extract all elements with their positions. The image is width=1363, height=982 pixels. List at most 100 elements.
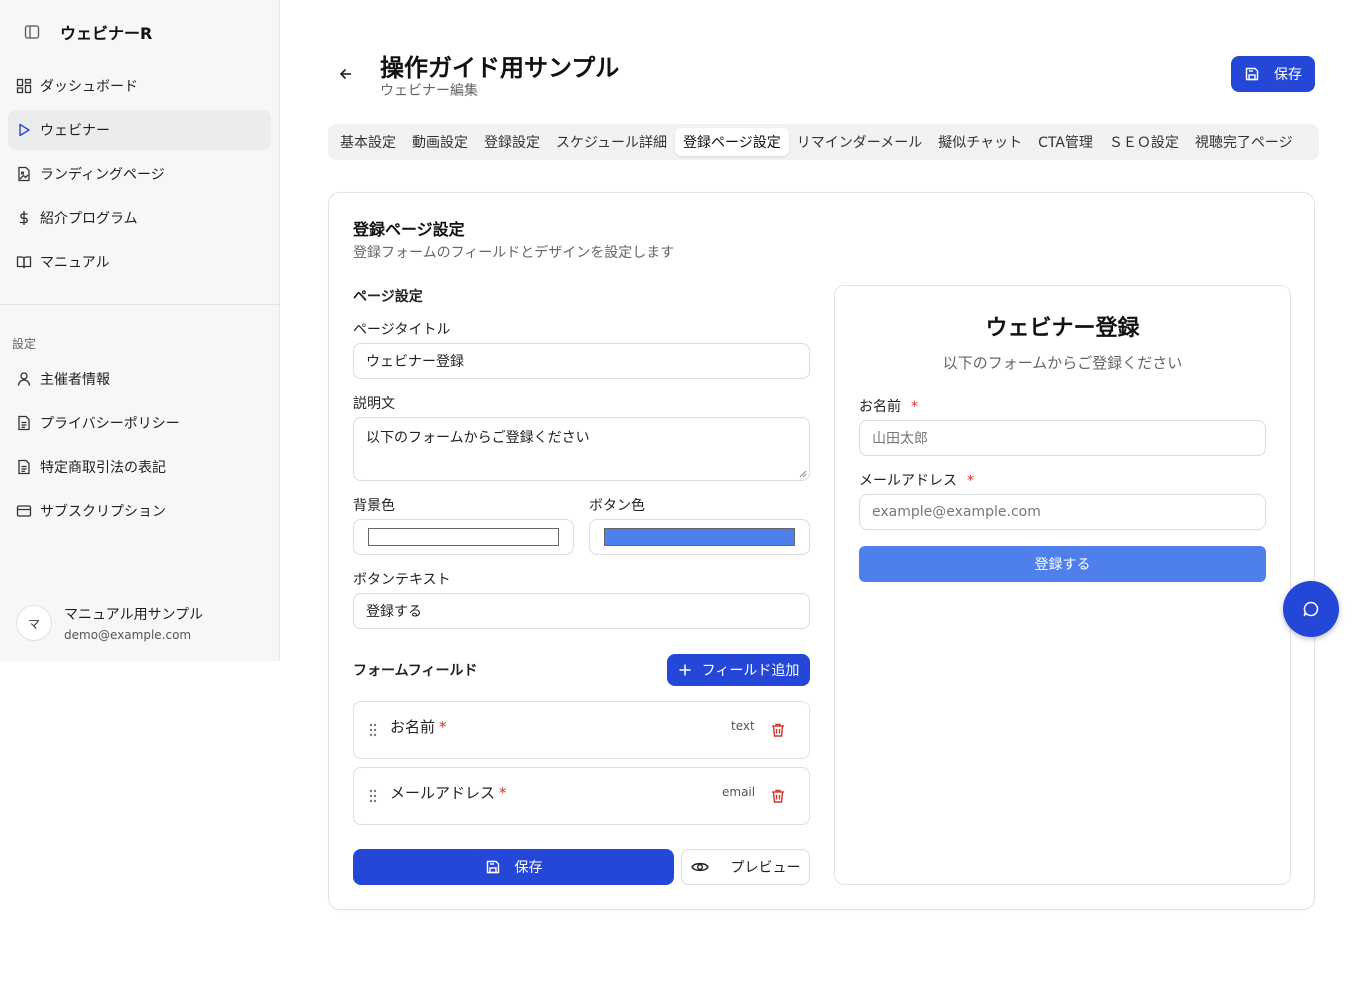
registration-form-preview: ウェビナー登録 以下のフォームからご登録ください お名前 * 山田太郎 メールアド… xyxy=(834,285,1291,885)
sidebar-item-organizer[interactable]: 主催者情報 xyxy=(8,359,271,399)
card-title: 登録ページ設定 xyxy=(353,220,465,239)
chat-bubble-icon xyxy=(1302,600,1320,618)
page-title-label: ページタイトル xyxy=(353,322,451,338)
settings-section-label: 設定 xyxy=(12,337,37,351)
bg-color-swatch xyxy=(368,528,559,546)
main-nav: ダッシュボード ウェビナー ランディングページ 紹介プログラム マニュアル xyxy=(8,66,271,286)
description-textarea[interactable]: 以下のフォームからご登録ください xyxy=(353,417,810,481)
page-title: 操作ガイド用サンプル xyxy=(380,54,620,82)
drag-handle-icon[interactable] xyxy=(368,788,378,804)
required-mark: * xyxy=(499,784,507,802)
tab-cta[interactable]: CTA管理 xyxy=(1030,128,1101,156)
button-color-label: ボタン色 xyxy=(589,498,645,514)
preview-title: ウェビナー登録 xyxy=(985,316,1140,341)
settings-nav: 主催者情報 プライバシーポリシー 特定商取引法の表記 サブスクリプション xyxy=(8,359,271,535)
save-button[interactable]: 保存 xyxy=(353,849,674,885)
sidebar-item-label: サブスクリプション xyxy=(40,504,166,520)
form-field-row[interactable]: メールアドレス * email xyxy=(353,767,810,825)
chat-button[interactable] xyxy=(1283,581,1339,637)
preview-submit-button[interactable]: 登録する xyxy=(859,546,1266,582)
preview-name-input[interactable]: 山田太郎 xyxy=(859,420,1266,456)
tab-video[interactable]: 動画設定 xyxy=(404,128,476,156)
page-subtitle: ウェビナー編集 xyxy=(380,83,478,99)
sidebar-item-label: 特定商取引法の表記 xyxy=(40,460,166,476)
required-mark: * xyxy=(911,399,918,415)
tab-seo[interactable]: ＳＥＯ設定 xyxy=(1101,128,1187,156)
file-image-icon xyxy=(16,166,32,182)
preview-name-label-text: お名前 xyxy=(859,399,901,415)
page-settings-heading: ページ設定 xyxy=(353,289,423,305)
header-save-button[interactable]: 保存 xyxy=(1231,56,1315,92)
button-color-picker[interactable] xyxy=(589,519,810,555)
sidebar-divider xyxy=(0,304,279,305)
description-text: 以下のフォームからご登録ください xyxy=(366,430,590,446)
dashboard-icon xyxy=(16,78,32,94)
field-name: お名前 * xyxy=(390,716,447,737)
bg-color-label: 背景色 xyxy=(353,498,395,514)
avatar: マ xyxy=(16,605,52,641)
description-label: 説明文 xyxy=(353,396,395,412)
credit-card-icon xyxy=(16,503,32,519)
tab-schedule[interactable]: スケジュール詳細 xyxy=(548,128,675,156)
field-type: email xyxy=(722,785,756,799)
document-icon xyxy=(16,415,32,431)
preview-email-input[interactable]: example@example.com xyxy=(859,494,1266,530)
registration-page-settings-card: 登録ページ設定 登録フォームのフィールドとデザインを設定します ページ設定 ペー… xyxy=(328,192,1315,910)
user-email: demo@example.com xyxy=(64,628,192,642)
preview-name-label: お名前 * xyxy=(859,396,918,416)
tab-registration-page[interactable]: 登録ページ設定 xyxy=(675,128,789,156)
sidebar-toggle-icon[interactable] xyxy=(24,24,40,40)
drag-handle-icon[interactable] xyxy=(368,722,378,738)
button-text-label: ボタンテキスト xyxy=(353,572,451,588)
save-icon xyxy=(1244,66,1260,82)
field-type: text xyxy=(731,719,755,733)
preview-description: 以下のフォームからご登録ください xyxy=(942,354,1183,372)
tab-basic[interactable]: 基本設定 xyxy=(332,128,404,156)
trash-icon[interactable] xyxy=(770,788,786,804)
field-name-text: お名前 xyxy=(390,718,436,736)
dollar-icon xyxy=(16,210,32,226)
tab-reminder-mail[interactable]: リマインダーメール xyxy=(789,128,930,156)
add-field-label: フィールド追加 xyxy=(701,663,800,679)
sidebar-item-manual[interactable]: マニュアル xyxy=(8,242,271,282)
tab-completion-page[interactable]: 視聴完了ページ xyxy=(1187,128,1301,156)
save-label: 保存 xyxy=(514,860,543,876)
preview-label: プレビュー xyxy=(730,859,801,875)
trash-icon[interactable] xyxy=(770,722,786,738)
back-arrow-icon[interactable] xyxy=(336,64,356,84)
sidebar-item-dashboard[interactable]: ダッシュボード xyxy=(8,66,271,106)
sidebar-item-landing-page[interactable]: ランディングページ xyxy=(8,154,271,194)
plus-icon xyxy=(678,663,692,677)
button-text-input[interactable]: 登録する xyxy=(353,593,810,629)
add-field-button[interactable]: フィールド追加 xyxy=(667,654,810,686)
user-name: マニュアル用サンプル xyxy=(64,607,204,623)
tab-registration[interactable]: 登録設定 xyxy=(476,128,548,156)
document-icon xyxy=(16,459,32,475)
sidebar-item-label: プライバシーポリシー xyxy=(40,416,180,432)
save-icon xyxy=(485,859,501,875)
sidebar-item-subscription[interactable]: サブスクリプション xyxy=(8,491,271,531)
sidebar-item-tokushoho[interactable]: 特定商取引法の表記 xyxy=(8,447,271,487)
eye-icon xyxy=(690,860,709,874)
brand-name: ウェビナーR xyxy=(60,24,153,43)
brand: ウェビナーR xyxy=(24,20,152,44)
sidebar-item-webinar[interactable]: ウェビナー xyxy=(8,110,271,150)
bg-color-picker[interactable] xyxy=(353,519,574,555)
sidebar-item-label: ウェビナー xyxy=(40,123,110,139)
sidebar-item-label: ダッシュボード xyxy=(40,79,138,95)
sidebar-item-referral[interactable]: 紹介プログラム xyxy=(8,198,271,238)
sidebar-item-privacy[interactable]: プライバシーポリシー xyxy=(8,403,271,443)
form-field-row[interactable]: お名前 * text xyxy=(353,701,810,759)
tab-pseudo-chat[interactable]: 擬似チャット xyxy=(930,128,1030,156)
tab-bar: 基本設定 動画設定 登録設定 スケジュール詳細 登録ページ設定 リマインダーメー… xyxy=(328,124,1319,160)
user-icon xyxy=(16,371,32,387)
save-label: 保存 xyxy=(1274,67,1302,83)
sidebar-item-label: ランディングページ xyxy=(40,167,165,183)
preview-button[interactable]: プレビュー xyxy=(681,849,810,885)
page-title-input[interactable]: ウェビナー登録 xyxy=(353,343,810,379)
required-mark: * xyxy=(439,718,447,736)
preview-email-label: メールアドレス * xyxy=(859,470,974,490)
user-profile[interactable]: マ マニュアル用サンプル demo@example.com xyxy=(16,604,203,642)
field-name: メールアドレス * xyxy=(390,782,507,803)
play-icon xyxy=(16,122,32,138)
